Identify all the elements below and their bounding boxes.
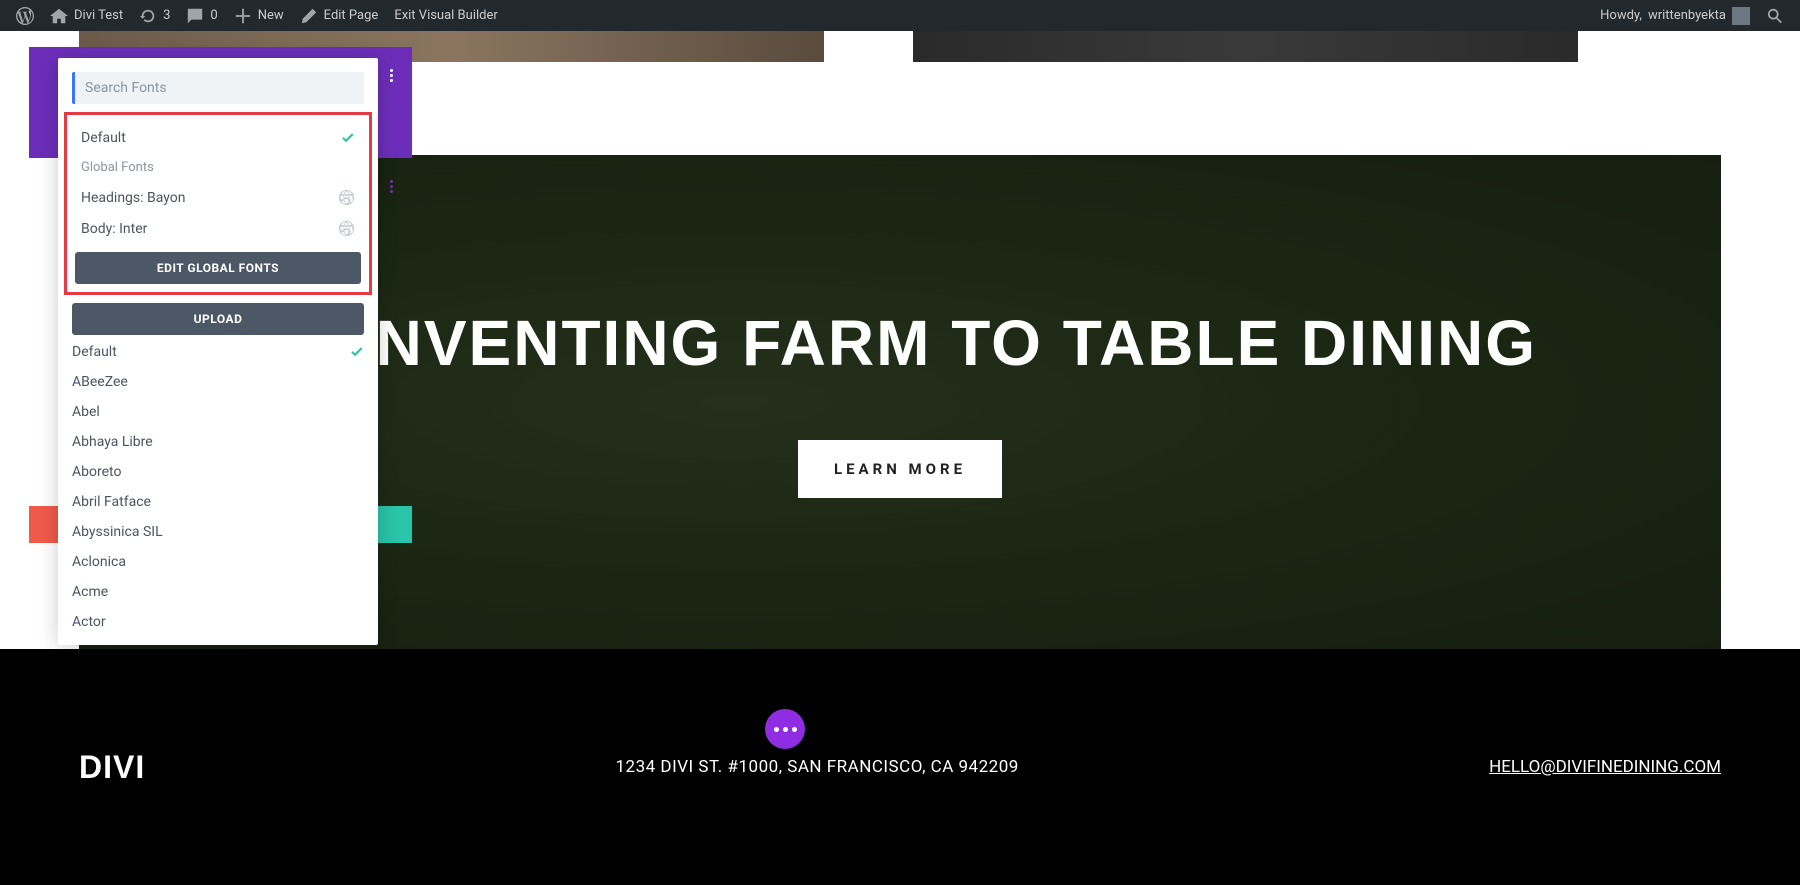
font-label: Abyssinica SIL (72, 524, 163, 540)
wp-logo-menu[interactable] (8, 0, 42, 31)
dot-icon (792, 727, 797, 732)
global-fonts-heading: Global Fonts (75, 153, 361, 182)
font-label: Abel (72, 404, 100, 420)
font-label: Default (81, 130, 126, 146)
footer: DIVI 1234 DIVI ST. #1000, SAN FRANCISCO,… (0, 649, 1800, 885)
font-label: Abril Fatface (72, 494, 151, 510)
avatar (1732, 7, 1750, 25)
exit-builder-label: Exit Visual Builder (394, 8, 497, 23)
font-search-input[interactable] (72, 72, 364, 104)
search-toggle[interactable] (1758, 0, 1792, 31)
font-option-default-global[interactable]: Default (75, 123, 361, 153)
font-option[interactable]: Abyssinica SIL (72, 517, 364, 547)
font-dropdown-panel: Default Global Fonts Headings: Bayon Bod… (58, 58, 378, 645)
my-account-menu[interactable]: Howdy, writtenbyekta (1592, 0, 1758, 31)
settings-panel-cancel[interactable] (29, 506, 58, 543)
font-option[interactable]: Abhaya Libre (72, 427, 364, 457)
panel-header-more-icon[interactable] (382, 66, 400, 84)
plus-icon (234, 7, 252, 25)
upload-font-button[interactable]: UPLOAD (72, 303, 364, 335)
font-option[interactable]: Abril Fatface (72, 487, 364, 517)
font-label: Aboreto (72, 464, 121, 480)
search-icon (1766, 7, 1784, 25)
font-label: Headings: Bayon (81, 190, 185, 206)
font-label: Default (72, 344, 117, 360)
font-option[interactable]: Default (72, 337, 364, 367)
font-option[interactable]: ABeeZee (72, 367, 364, 397)
panel-more-icon[interactable] (382, 177, 400, 195)
font-label: ABeeZee (72, 374, 128, 390)
revisions-menu[interactable]: 3 (131, 0, 178, 31)
howdy-text: Howdy, (1600, 8, 1642, 23)
font-option-body[interactable]: Body: Inter (75, 213, 361, 244)
global-fonts-highlight: Default Global Fonts Headings: Bayon Bod… (64, 112, 372, 295)
font-label: Aclonica (72, 554, 126, 570)
pencil-icon (300, 7, 318, 25)
dot-icon (774, 727, 779, 732)
home-icon (50, 7, 68, 25)
font-option-headings[interactable]: Headings: Bayon (75, 182, 361, 213)
exit-visual-builder[interactable]: Exit Visual Builder (386, 0, 505, 31)
globe-icon (338, 220, 355, 237)
settings-panel-save[interactable] (378, 506, 412, 543)
globe-icon (338, 189, 355, 206)
font-option[interactable]: Aboreto (72, 457, 364, 487)
font-option[interactable]: Aclonica (72, 547, 364, 577)
footer-logo: DIVI (79, 749, 145, 786)
font-option[interactable]: Actor (72, 607, 364, 637)
divi-page-settings-button[interactable] (765, 709, 805, 749)
new-content-menu[interactable]: New (226, 0, 292, 31)
learn-more-button[interactable]: LEARN MORE (798, 440, 1002, 498)
site-name-menu[interactable]: Divi Test (42, 0, 131, 31)
dot-icon (783, 727, 788, 732)
update-icon (139, 7, 157, 25)
font-option[interactable]: Abel (72, 397, 364, 427)
comments-menu[interactable]: 0 (178, 0, 225, 31)
font-label: Acme (72, 584, 108, 600)
font-label: Actor (72, 614, 106, 630)
edit-global-fonts-button[interactable]: EDIT GLOBAL FONTS (75, 252, 361, 284)
comment-icon (186, 7, 204, 25)
revisions-count: 3 (163, 8, 170, 23)
comments-count: 0 (210, 8, 217, 23)
font-label: Abhaya Libre (72, 434, 153, 450)
font-list: Default ABeeZee Abel Abhaya Libre Aboret… (58, 335, 378, 637)
footer-address: 1234 DIVI ST. #1000, SAN FRANCISCO, CA 9… (616, 757, 1019, 777)
check-icon (340, 131, 355, 146)
hero-title: REINVENTING FARM TO TABLE DINING (263, 306, 1537, 380)
site-name-label: Divi Test (74, 8, 123, 23)
font-label: Body: Inter (81, 221, 147, 237)
check-icon (349, 345, 364, 360)
edit-page-menu[interactable]: Edit Page (292, 0, 387, 31)
font-option[interactable]: Acme (72, 577, 364, 607)
username-text: writtenbyekta (1648, 8, 1726, 23)
edit-page-label: Edit Page (324, 8, 379, 23)
wordpress-icon (16, 7, 34, 25)
new-label: New (258, 8, 284, 23)
top-image-right (913, 31, 1578, 62)
footer-email[interactable]: HELLO@DIVIFINEDINING.COM (1489, 757, 1721, 777)
wp-admin-bar: Divi Test 3 0 New Edit Page Exit Visual … (0, 0, 1800, 31)
